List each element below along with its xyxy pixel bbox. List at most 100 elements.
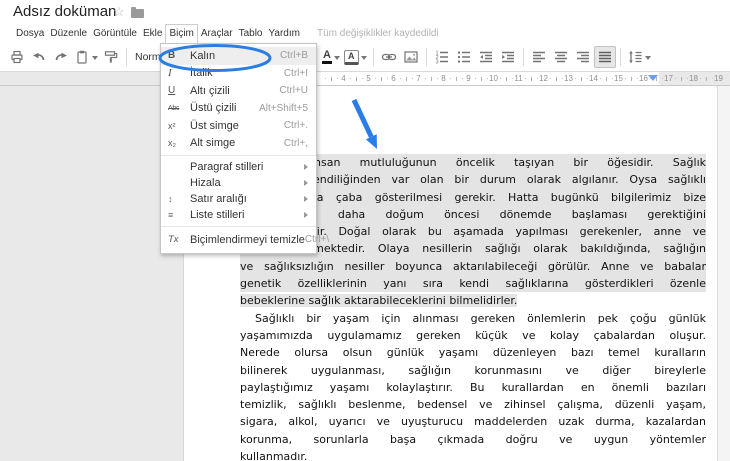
italic-icon: I [168,67,172,80]
toolbar-separator [522,48,524,66]
paste-button[interactable] [72,46,100,68]
clear-formatting-icon: Tx [168,234,179,245]
menu-araclar[interactable]: Araçlar [198,24,236,43]
menu-item-clear-formatting[interactable]: Tx Biçimlendirmeyi temizle Ctrl+\ [161,230,329,249]
text-color-icon: A [322,50,332,64]
vertical-scrollbar[interactable] [717,86,730,461]
ruler-number: 14 [574,72,606,85]
strikethrough-icon: Abc [168,104,180,112]
underline-icon: U [168,85,176,97]
text-line[interactable]: Nerede olursa olsun günlük yaşamı düzenl… [240,344,706,361]
paint-format-button[interactable] [100,46,122,68]
decrease-indent-icon [478,49,494,65]
increase-indent-button[interactable] [497,46,519,68]
menu-yardim[interactable]: Yardım [265,24,303,43]
increase-indent-icon [500,49,516,65]
align-left-button[interactable] [528,46,550,68]
text-line[interactable]: Sağlıklı bir yaşam için alınması gereken… [240,310,706,327]
menu-item-superscript[interactable]: x² Üst simge Ctrl+. [161,117,316,135]
text-line[interactable]: temizlik, sağlıklı beslenme, bedensel ve… [240,396,706,413]
ruler-number: 5 [349,72,381,85]
ruler-number: 10 [474,72,506,85]
ruler-number: 13 [549,72,581,85]
ruler-number: 8 [424,72,456,85]
text-line[interactable]: korunma, sorunlarla başa çıkmada doğru v… [240,431,706,448]
save-status: Tüm değişiklikler kaydedildi [316,28,439,39]
undo-icon [31,49,47,65]
menu-duzenle[interactable]: Düzenle [47,24,90,43]
insert-link-button[interactable] [378,46,400,68]
format-menu-dropdown: B Kalın Ctrl+B I İtalik Ctrl+I U Altı çi… [160,43,329,254]
menu-item-paragraph-styles[interactable]: Paragraf stilleri [161,159,316,175]
titlebar: Adsız doküman ☆ [0,0,730,24]
numbered-list-button[interactable]: 123 [431,46,453,68]
menu-tablo[interactable]: Tablo [236,24,266,43]
folder-icon[interactable] [131,7,144,18]
ruler-left-margin [0,72,183,85]
submenu-arrow-icon [304,164,308,170]
align-right-button[interactable] [572,46,594,68]
highlight-color-button[interactable]: A [342,46,369,68]
submenu-arrow-icon [304,196,308,202]
align-center-button[interactable] [550,46,572,68]
text-line[interactable]: paylaştığımız yaşamı kolaylaştırır. Bu k… [240,379,706,396]
toolbar: Normal m... A A 123 [0,43,730,72]
menu-bicim[interactable]: Biçim [165,24,198,43]
align-left-icon [531,49,547,65]
menu-item-align[interactable]: Hizala [161,175,316,191]
bold-icon: B [168,50,176,62]
print-icon [9,49,25,65]
bulleted-list-button[interactable] [453,46,475,68]
list-styles-icon: ≡ [168,210,174,220]
right-indent-marker-icon[interactable] [648,75,658,81]
bulleted-list-icon [456,49,472,65]
toolbar-separator [372,48,374,66]
text-line[interactable]: genetik özelliklerinin yanı sıra kendi s… [240,275,706,293]
ruler-number: 12 [524,72,556,85]
line-spacing-icon: ↕ [168,194,173,204]
document-area: Sağlık, insan mutluluğunun öncelik taşıy… [0,86,730,461]
text-line[interactable]: bilinerek uygulanması, sağlığın korunmas… [240,362,706,379]
menu-item-subscript[interactable]: x₂ Alt simge Ctrl+, [161,135,316,153]
redo-button[interactable] [50,46,72,68]
star-icon[interactable]: ☆ [113,5,125,19]
undo-button[interactable] [28,46,50,68]
ruler-number: 17 [649,72,681,85]
chevron-down-icon [333,56,340,63]
text-color-button[interactable]: A [320,46,342,68]
print-button[interactable] [6,46,28,68]
submenu-arrow-icon [304,180,308,186]
menu-dosya[interactable]: Dosya [13,24,47,43]
menu-item-strikethrough[interactable]: Abc Üstü çizili Alt+Shift+5 [161,100,316,118]
ruler-number: 19 [699,72,730,85]
decrease-indent-button[interactable] [475,46,497,68]
insert-image-icon [403,49,419,65]
line-spacing-button[interactable] [625,46,653,68]
menu-item-list-styles[interactable]: ≡ Liste stilleri [161,207,316,223]
insert-image-button[interactable] [400,46,422,68]
ruler-scale: 4 5 6 7 8 9 10 11 12 13 14 15 16 17 18 19 [324,72,730,85]
text-line[interactable]: bebeklerine sağlık aktarabileceklerini b… [240,292,706,309]
superscript-icon: x² [168,120,176,131]
submenu-arrow-icon [304,212,308,218]
text-line[interactable]: kullanmadır. [240,448,706,461]
text-line[interactable]: sigara, alkol, uyarıcı ve uyuşturucu mad… [240,413,706,430]
paste-dropdown-icon [92,56,98,63]
redo-icon [53,49,69,65]
toolbar-separator [126,48,127,66]
menu-ekle[interactable]: Ekle [140,24,165,43]
justify-icon [597,49,613,65]
justify-button[interactable] [593,46,616,68]
menu-item-line-spacing[interactable]: ↕ Satır aralığı [161,191,316,207]
menu-item-bold[interactable]: B Kalın Ctrl+B [161,47,316,65]
toolbar-separator [425,48,427,66]
menu-goruntule[interactable]: Görüntüle [90,24,140,43]
document-title[interactable]: Adsız doküman [13,3,116,20]
numbered-list-icon: 123 [434,49,450,65]
menu-item-italic[interactable]: I İtalik Ctrl+I [161,65,316,83]
text-line[interactable]: ve sağlıksızlığın nesiller boyunca aktar… [240,257,706,276]
menu-item-underline[interactable]: U Altı çizili Ctrl+U [161,82,316,100]
text-line[interactable]: yaşamımızda uygulamamız gereken küçük ve… [240,327,706,344]
menu-separator [161,226,316,227]
ruler-number: 11 [499,72,531,85]
